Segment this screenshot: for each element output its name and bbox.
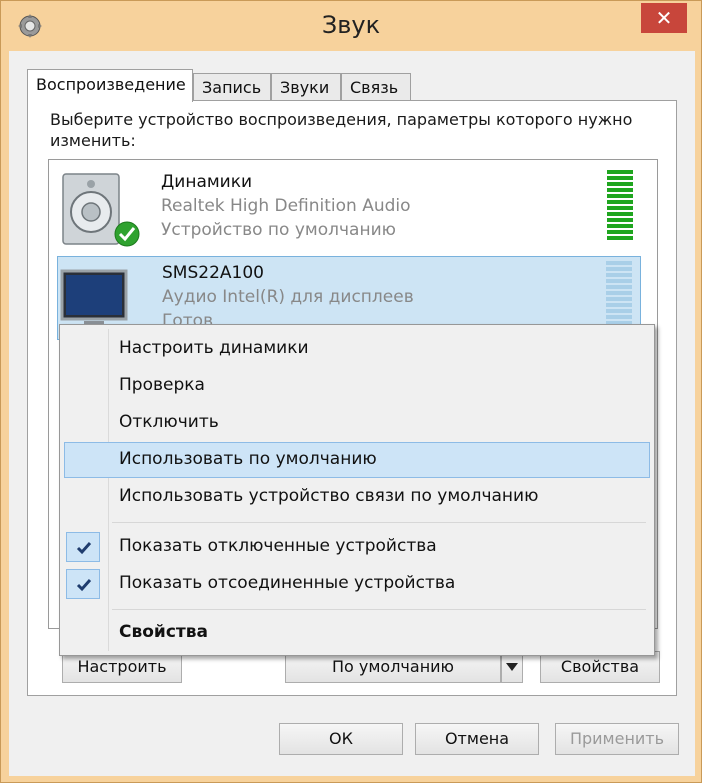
window-title: Звук [321,11,381,39]
level-meter-segment [606,291,632,295]
device-name: SMS22A100 [162,263,264,283]
level-meter-segment [607,230,633,234]
menu-item-label: Проверка [119,375,205,395]
level-meter-segment [606,279,632,283]
device-context-menu: Настроить динамики Проверка Отключить Ис… [59,324,655,656]
level-meter-segment [606,273,632,277]
level-meter [606,261,632,331]
tab-recording[interactable]: Запись [193,73,271,101]
level-meter [607,170,633,240]
level-meter-segment [606,315,632,319]
level-meter-segment [606,309,632,313]
menu-item-configure-speakers[interactable]: Настроить динамики [64,331,650,367]
device-name: Динамики [161,172,253,192]
menu-item-label: Показать отсоединенные устройства [119,573,456,593]
menu-item-show-disconnected[interactable]: Показать отсоединенные устройства [64,566,650,602]
menu-item-label: Показать отключенные устройства [119,536,437,556]
apply-button: Применить [555,723,679,755]
menu-separator [112,609,646,610]
device-item-speakers[interactable]: Динамики Realtek High Definition Audio У… [57,166,641,250]
menu-item-label: Свойства [119,622,208,642]
menu-check-box [66,569,100,599]
speaker-icon [62,173,140,247]
close-button[interactable]: ✕ [641,3,687,33]
menu-item-set-default-communication[interactable]: Использовать устройство связи по умолчан… [64,479,650,515]
menu-item-show-disabled[interactable]: Показать отключенные устройства [64,529,650,565]
menu-item-test[interactable]: Проверка [64,368,650,404]
sound-dialog: Звук ✕ Воспроизведение Запись Звуки Связ… [0,0,702,783]
check-icon [76,542,92,555]
menu-item-label: Использовать устройство связи по умолчан… [119,486,539,506]
ok-button[interactable]: ОК [279,723,403,755]
check-icon [76,579,92,592]
level-meter-segment [606,303,632,307]
tab-sounds[interactable]: Звуки [271,73,341,101]
menu-item-label: Отключить [119,412,219,432]
menu-item-label: Использовать по умолчанию [119,449,377,469]
device-driver: Аудио Intel(R) для дисплеев [162,287,414,307]
menu-item-set-default[interactable]: Использовать по умолчанию [64,442,650,478]
level-meter-segment [607,206,633,210]
menu-check-box [66,532,100,562]
level-meter-segment [607,236,633,240]
level-meter-segment [607,212,633,216]
menu-item-disable[interactable]: Отключить [64,405,650,441]
close-icon: ✕ [655,6,673,30]
title-bar: Звук ✕ [1,1,701,51]
tab-playback[interactable]: Воспроизведение [27,69,193,102]
level-meter-segment [606,285,632,289]
level-meter-segment [607,176,633,180]
level-meter-segment [607,218,633,222]
device-driver: Realtek High Definition Audio [161,196,411,216]
level-meter-segment [607,200,633,204]
instruction-text: Выберите устройство воспроизведения, пар… [50,110,633,150]
device-status: Устройство по умолчанию [161,220,396,240]
dropdown-arrow-icon [506,663,518,671]
level-meter-segment [607,170,633,174]
default-device-check-icon [114,221,140,247]
level-meter-segment [606,297,632,301]
level-meter-segment [606,261,632,265]
cancel-button[interactable]: Отмена [415,723,539,755]
level-meter-segment [607,224,633,228]
menu-item-properties[interactable]: Свойства [64,615,650,651]
tab-communications[interactable]: Связь [341,73,411,101]
menu-separator [112,522,646,523]
level-meter-segment [607,194,633,198]
menu-item-label: Настроить динамики [119,338,309,358]
level-meter-segment [606,267,632,271]
level-meter-segment [607,188,633,192]
level-meter-segment [607,182,633,186]
